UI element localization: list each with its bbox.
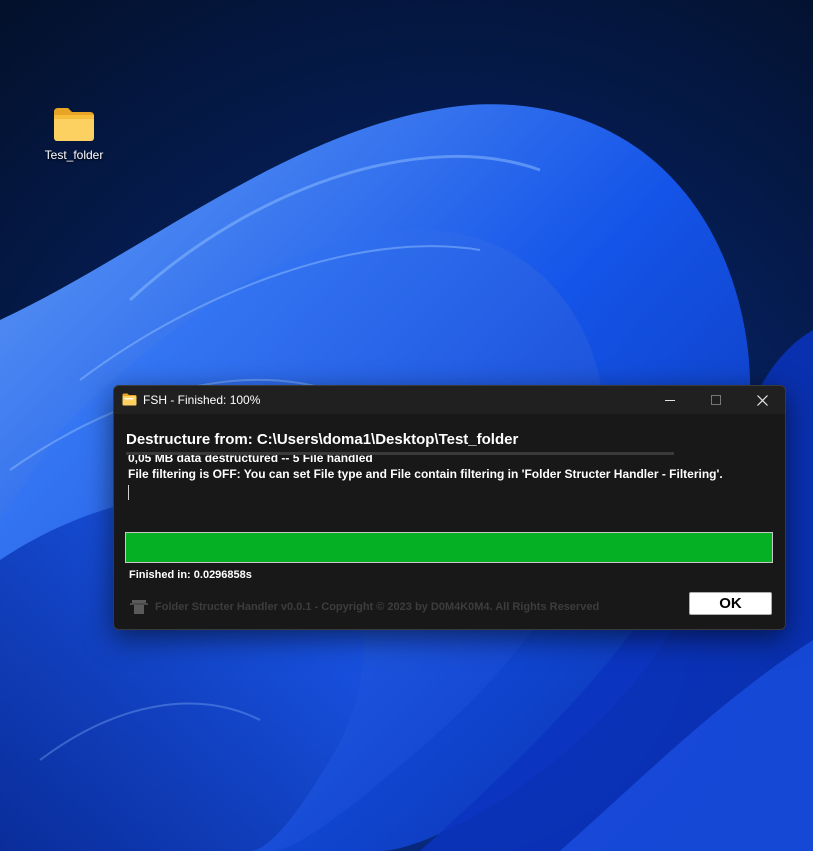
progress-fill <box>126 533 772 562</box>
output-log[interactable]: 0,05 MB data destructured -- 5 File hand… <box>128 455 768 525</box>
copyright-text: Folder Structer Handler v0.0.1 - Copyrig… <box>155 601 600 613</box>
desktop-icon-test-folder[interactable]: Test_folder <box>36 106 112 162</box>
window-content: Destructure from: C:\Users\doma1\Desktop… <box>114 414 785 629</box>
destructure-heading: Destructure from: C:\Users\doma1\Desktop… <box>126 431 519 448</box>
minimize-button[interactable] <box>647 386 693 414</box>
progress-bar <box>125 532 773 563</box>
title-bar[interactable]: FSH - Finished: 100% <box>114 386 785 414</box>
finished-time: Finished in: 0.0296858s <box>129 569 252 581</box>
desktop: Test_folder FSH - Finished: 100% Destruc… <box>0 0 813 851</box>
ok-button[interactable]: OK <box>689 592 772 615</box>
desktop-icon-label: Test_folder <box>44 148 104 162</box>
text-caret <box>128 485 129 500</box>
maximize-button[interactable] <box>693 386 739 414</box>
fsh-window: FSH - Finished: 100% Destructure from: C… <box>113 385 786 630</box>
minimize-icon <box>665 400 675 401</box>
folder-icon <box>54 108 94 141</box>
close-button[interactable] <box>739 386 785 414</box>
app-logo-icon <box>130 600 148 614</box>
log-line-summary: 0,05 MB data destructured -- 5 File hand… <box>128 455 373 465</box>
maximize-icon <box>711 395 721 405</box>
close-icon <box>756 394 768 406</box>
log-line-filtering: File filtering is OFF: You can set File … <box>128 467 723 481</box>
window-title: FSH - Finished: 100% <box>143 393 261 407</box>
folder-icon <box>122 393 137 406</box>
